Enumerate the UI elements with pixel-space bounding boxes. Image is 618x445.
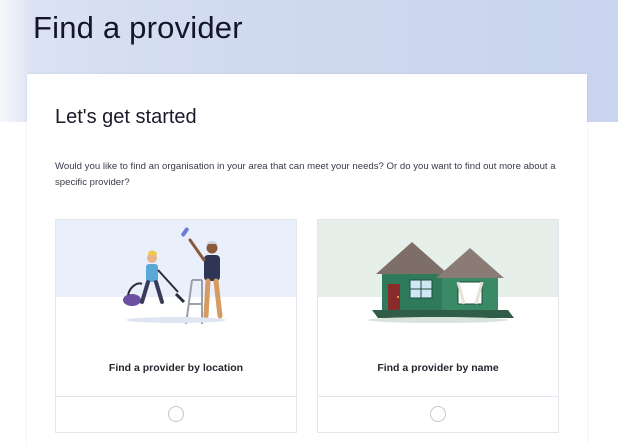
card-divider (56, 396, 296, 397)
card-divider (318, 396, 558, 397)
page-title: Find a provider (33, 10, 243, 45)
intro-text: Would you like to find an organisation i… (55, 161, 556, 188)
get-started-panel: Let's get started Would you like to find… (27, 74, 587, 445)
find-by-name-card[interactable]: Find a provider by name (317, 219, 559, 433)
find-by-name-label: Find a provider by name (377, 362, 499, 374)
find-by-location-radio[interactable] (168, 406, 184, 422)
find-by-name-radio[interactable] (430, 406, 446, 422)
find-by-location-card[interactable]: Find a provider by location (55, 219, 297, 433)
section-heading: Let's get started (55, 106, 197, 128)
find-by-location-label: Find a provider by location (108, 362, 244, 374)
